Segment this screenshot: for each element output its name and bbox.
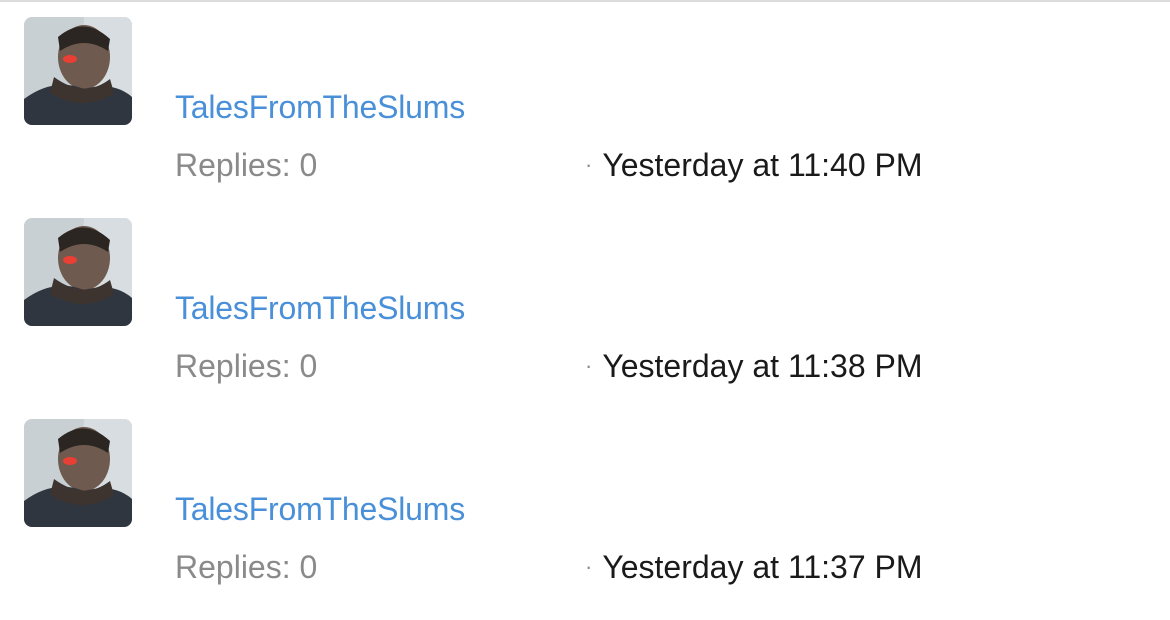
timestamp-group: · Yesterday at 11:40 PM xyxy=(585,145,923,189)
username-link[interactable]: TalesFromTheSlums xyxy=(175,290,465,326)
replies-count: Replies: 0 xyxy=(175,147,318,183)
thread-item[interactable]: TalesFromTheSlums Replies: 0 · Yesterday … xyxy=(0,419,1170,620)
timestamp[interactable]: Yesterday at 11:37 PM xyxy=(602,549,922,585)
timestamp-group: · Yesterday at 11:38 PM xyxy=(585,346,923,390)
replies-count: Replies: 0 xyxy=(175,348,318,384)
thread-meta: Replies: 0 · Yesterday at 11:40 PM xyxy=(175,145,1165,185)
avatar-photo-icon xyxy=(24,419,132,527)
thread-meta: Replies: 0 · Yesterday at 11:37 PM xyxy=(175,547,1165,587)
thread-item[interactable]: TalesFromTheSlums Replies: 0 · Yesterday … xyxy=(0,218,1170,419)
timestamp-group: · Yesterday at 11:37 PM xyxy=(585,547,923,591)
meta-separator: · xyxy=(585,353,593,378)
thread-list: TalesFromTheSlums Replies: 0 · Yesterday … xyxy=(0,0,1170,588)
avatar-photo-icon xyxy=(24,218,132,326)
meta-separator: · xyxy=(585,152,593,177)
avatar[interactable] xyxy=(24,17,132,125)
thread-item[interactable]: TalesFromTheSlums Replies: 0 · Yesterday … xyxy=(0,17,1170,218)
avatar-photo-icon xyxy=(24,17,132,125)
thread-meta: Replies: 0 · Yesterday at 11:38 PM xyxy=(175,346,1165,386)
timestamp[interactable]: Yesterday at 11:38 PM xyxy=(602,348,922,384)
meta-separator: · xyxy=(585,554,593,579)
timestamp[interactable]: Yesterday at 11:40 PM xyxy=(602,147,922,183)
avatar[interactable] xyxy=(24,218,132,326)
replies-count: Replies: 0 xyxy=(175,549,318,585)
username-link[interactable]: TalesFromTheSlums xyxy=(175,491,465,527)
avatar[interactable] xyxy=(24,419,132,527)
username-link[interactable]: TalesFromTheSlums xyxy=(175,89,465,125)
